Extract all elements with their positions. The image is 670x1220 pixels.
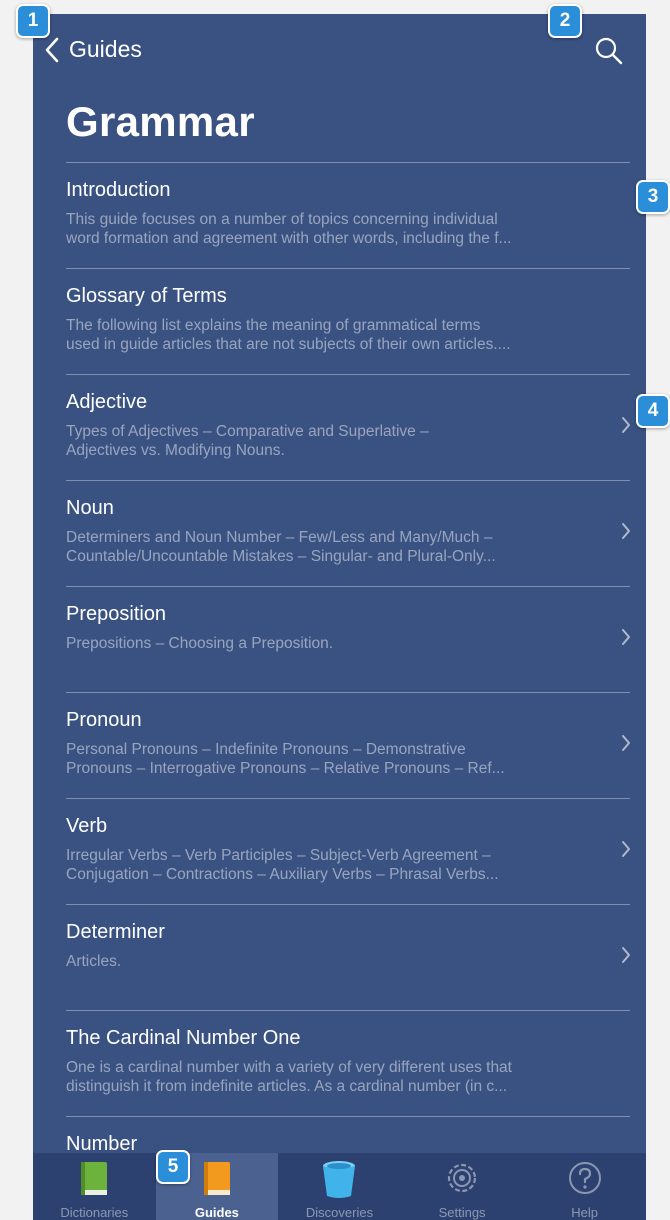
chevron-left-icon <box>45 37 59 62</box>
annotation-badge-1: 1 <box>16 4 50 38</box>
item-description: Personal Pronouns – Indefinite Pronouns … <box>66 741 505 777</box>
list-item-determiner[interactable]: Determiner Articles. <box>66 904 630 1010</box>
item-description: Types of Adjectives – Comparative and Su… <box>66 423 429 459</box>
annotation-badge-2: 2 <box>548 4 582 38</box>
tab-label: Dictionaries <box>60 1205 129 1220</box>
blue-cup-icon <box>323 1161 356 1198</box>
tab-bar: Dictionaries Guides Discoveries Settings… <box>33 1153 646 1220</box>
chevron-right-icon <box>622 735 630 751</box>
orange-book-icon <box>203 1162 230 1195</box>
item-description: Prepositions – Choosing a Preposition. <box>66 635 334 652</box>
tab-dictionaries[interactable]: Dictionaries <box>33 1153 156 1220</box>
item-description: Irregular Verbs – Verb Participles – Sub… <box>66 847 499 883</box>
list-item-preposition[interactable]: Preposition Prepositions – Choosing a Pr… <box>66 586 630 692</box>
item-description: One is a cardinal number with a variety … <box>66 1059 512 1095</box>
annotation-badge-4: 4 <box>636 394 670 428</box>
tab-discoveries[interactable]: Discoveries <box>278 1153 401 1220</box>
list-item-cardinal-number-one[interactable]: The Cardinal Number One One is a cardina… <box>66 1010 630 1116</box>
tab-help[interactable]: Help <box>523 1153 646 1220</box>
list-item-noun[interactable]: Noun Determiners and Noun Number – Few/L… <box>66 480 630 586</box>
list-item-introduction[interactable]: Introduction This guide focuses on a num… <box>66 162 630 268</box>
tab-label: Guides <box>194 1205 239 1220</box>
annotation-badge-5: 5 <box>156 1150 190 1184</box>
list-item-pronoun[interactable]: Pronoun Personal Pronouns – Indefinite P… <box>66 692 630 798</box>
app-screen: Guides Grammar Introduction This guide f… <box>33 14 646 1220</box>
guide-list: Introduction This guide focuses on a num… <box>66 162 630 1177</box>
green-book-icon <box>81 1162 108 1195</box>
question-icon <box>568 1162 601 1194</box>
item-title: Determiner <box>66 921 165 943</box>
item-title: Introduction <box>66 179 171 201</box>
item-title: Adjective <box>66 391 148 413</box>
search-icon <box>595 37 623 65</box>
item-description: Articles. <box>66 953 122 970</box>
item-title: Pronoun <box>66 709 142 731</box>
annotation-badge-3: 3 <box>636 180 670 214</box>
tab-settings[interactable]: Settings <box>401 1153 524 1220</box>
item-description: This guide focuses on a number of topics… <box>66 211 512 247</box>
page-title: Grammar <box>66 98 255 145</box>
chevron-right-icon <box>622 841 630 857</box>
item-title: Preposition <box>66 603 167 625</box>
list-item-verb[interactable]: Verb Irregular Verbs – Verb Participles … <box>66 798 630 904</box>
item-description: Determiners and Noun Number – Few/Less a… <box>66 529 496 565</box>
list-item-glossary[interactable]: Glossary of Terms The following list exp… <box>66 268 630 374</box>
item-title: Glossary of Terms <box>66 285 227 307</box>
back-label: Guides <box>69 36 142 62</box>
item-title: The Cardinal Number One <box>66 1027 301 1049</box>
chevron-right-icon <box>622 947 630 963</box>
tab-label: Discoveries <box>305 1205 374 1220</box>
gear-icon <box>447 1163 477 1193</box>
chevron-right-icon <box>622 523 630 539</box>
item-description: The following list explains the meaning … <box>66 317 511 353</box>
item-title: Noun <box>66 497 114 519</box>
search-button[interactable] <box>594 36 624 71</box>
item-title: Verb <box>66 815 108 837</box>
tab-label: Settings <box>438 1205 486 1220</box>
list-item-adjective[interactable]: Adjective Types of Adjectives – Comparat… <box>66 374 630 480</box>
tab-label: Help <box>571 1205 599 1220</box>
chevron-right-icon <box>622 629 630 645</box>
chevron-right-icon <box>622 417 630 433</box>
back-button[interactable]: Guides <box>45 36 142 63</box>
